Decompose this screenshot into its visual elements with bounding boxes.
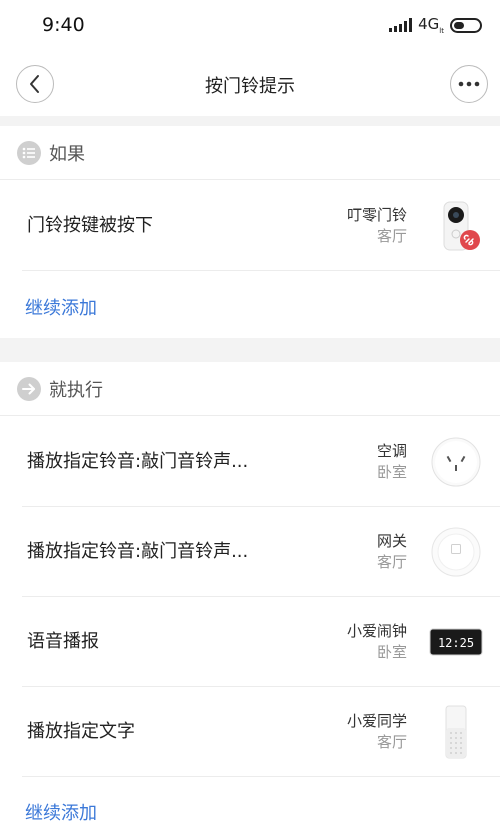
ac-companion-plug-icon [428, 434, 484, 490]
device-info: 网关 客厅 [377, 531, 407, 573]
alarm-clock-icon: 12:25 [428, 614, 484, 670]
device-name: 小爱同学 [346, 712, 407, 730]
device-info: 小爱同学 客厅 [347, 711, 407, 753]
row-divider [22, 270, 500, 271]
page-title: 按门铃提示 [205, 76, 295, 97]
arrow-right-icon [17, 376, 41, 401]
section-gap [0, 116, 500, 126]
device-name: 网关 [376, 532, 407, 550]
device-room: 卧室 [376, 643, 407, 661]
condition-label: 门铃按键被按下 [27, 215, 153, 236]
device-room: 卧室 [376, 463, 407, 481]
action-label: 语音播报 [27, 631, 99, 652]
action-row[interactable]: 播放指定文字 小爱同学 客厅 [0, 687, 500, 777]
status-indicators: 4Glt [389, 15, 482, 35]
status-time: 9:40 [42, 14, 85, 36]
list-icon [17, 140, 41, 165]
then-section-header: 就执行 [0, 362, 500, 416]
then-section-title: 就执行 [49, 379, 103, 401]
if-section-title: 如果 [49, 143, 85, 165]
doorbell-camera-icon [428, 198, 484, 254]
device-info: 叮零门铃 客厅 [347, 205, 407, 247]
add-condition-link[interactable]: 继续添加 [25, 294, 97, 320]
add-action-link[interactable]: 继续添加 [25, 799, 97, 825]
action-label: 播放指定铃音:敲门音铃声... [27, 541, 249, 562]
device-name: 小爱闹钟 [346, 622, 407, 640]
signal-icon [389, 18, 413, 32]
status-bar: 9:40 4Glt [0, 0, 500, 52]
smart-speaker-icon [428, 704, 484, 760]
gateway-icon [428, 524, 484, 580]
action-row[interactable]: 播放指定铃音:敲门音铃声... 网关 客厅 [0, 507, 500, 597]
action-label: 播放指定铃音:敲门音铃声... [27, 451, 249, 472]
row-divider [22, 776, 500, 777]
if-section-header: 如果 [0, 126, 500, 180]
more-button[interactable] [450, 65, 488, 103]
condition-row[interactable]: 门铃按键被按下 叮零门铃 客厅 [0, 181, 500, 271]
battery-icon [450, 17, 482, 33]
device-room: 客厅 [376, 553, 407, 571]
device-room: 客厅 [376, 227, 407, 245]
action-label: 播放指定文字 [27, 721, 135, 742]
device-name: 空调 [376, 442, 407, 460]
nav-bar: 按门铃提示 [0, 52, 500, 116]
device-name: 叮零门铃 [346, 206, 407, 224]
device-info: 空调 卧室 [377, 441, 407, 483]
action-row[interactable]: 语音播报 小爱闹钟 卧室 12:25 [0, 597, 500, 687]
device-room: 客厅 [376, 733, 407, 751]
network-label: 4Glt [418, 15, 444, 35]
action-row[interactable]: 播放指定铃音:敲门音铃声... 空调 卧室 [0, 417, 500, 507]
more-dots-icon [458, 81, 480, 87]
device-info: 小爱闹钟 卧室 [347, 621, 407, 663]
clock-display-text: 12:25 [438, 636, 474, 650]
section-gap [0, 338, 500, 362]
